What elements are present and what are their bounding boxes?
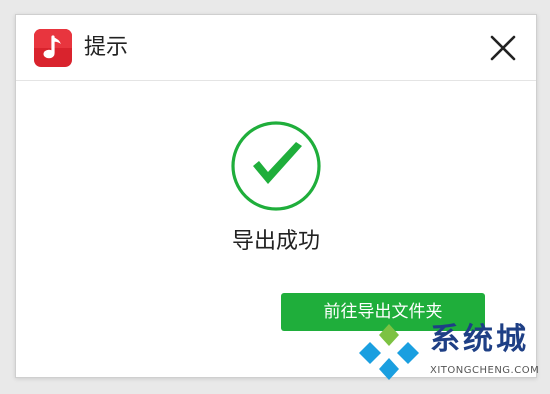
watermark-name-cn: 系统城: [430, 322, 529, 357]
site-watermark: 系统城 XITONGCHENG.COM: [356, 318, 546, 384]
music-note-icon: [34, 29, 72, 67]
close-icon[interactable]: [490, 35, 516, 61]
diamond-logo-icon: [359, 324, 419, 380]
dialog-title: 提示: [84, 35, 129, 60]
success-message: 导出成功: [231, 229, 320, 254]
watermark-name-en: XITONGCHENG.COM: [430, 365, 540, 376]
check-circle-icon: [231, 121, 321, 211]
dialog-titlebar: 提示: [16, 15, 536, 81]
